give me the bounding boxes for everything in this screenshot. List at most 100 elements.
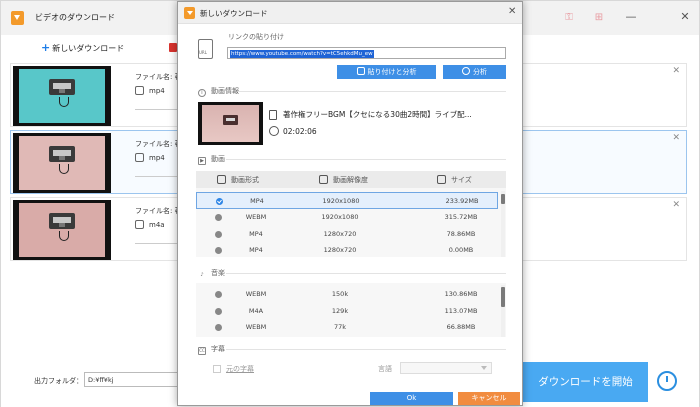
col-video-format-label: 動画形式 xyxy=(231,176,259,184)
url-file-icon xyxy=(198,39,213,59)
analyze-button[interactable]: 分析 xyxy=(443,65,506,79)
video-icon: ▶ xyxy=(198,157,206,165)
scrollbar-thumb[interactable] xyxy=(501,194,505,204)
row-resolution: 1280x720 xyxy=(323,246,357,254)
search-icon xyxy=(462,67,470,75)
col-video-resolution-label: 動画解像度 xyxy=(333,176,368,184)
trash-icon[interactable] xyxy=(169,43,177,52)
row-size: 113.07MB xyxy=(444,307,478,315)
dialog-title-bar: 新しいダウンロード ✕ xyxy=(178,2,522,24)
audio-section-header: ♪ 音楽 xyxy=(198,268,225,280)
video-thumbnail xyxy=(13,200,111,260)
row-bitrate: 129k xyxy=(331,307,349,315)
minimize-icon[interactable]: — xyxy=(623,9,639,25)
audio-section-label: 音楽 xyxy=(211,269,225,277)
language-label: 言語 xyxy=(378,365,392,373)
format-label: m4a xyxy=(149,221,165,229)
video-duration: 02:02:06 xyxy=(283,127,317,136)
row-format: WEBM xyxy=(245,290,267,298)
start-download-button[interactable]: ダウンロードを開始 xyxy=(523,362,648,402)
size-icon xyxy=(437,175,446,184)
music-note-icon: ♪ xyxy=(200,272,204,278)
row-size: 233.92MB xyxy=(445,197,479,205)
new-download-label: 新しいダウンロード xyxy=(52,44,125,53)
table-row[interactable]: MP4 1280x720 78.86MB xyxy=(196,226,498,243)
row-format: WEBM xyxy=(245,323,267,331)
cart-icon[interactable]: ⊞ xyxy=(593,12,605,24)
ok-button[interactable]: Ok xyxy=(370,392,453,405)
analyze-label: 分析 xyxy=(473,68,487,76)
original-subtitle-checkbox[interactable] xyxy=(213,365,221,373)
table-row[interactable]: WEBM 1920x1080 315.72MB xyxy=(196,209,498,226)
col-video-resolution: 動画解像度 xyxy=(319,175,368,185)
remove-item-icon[interactable]: ✕ xyxy=(672,133,680,143)
video-table-header: 動画形式 動画解像度 サイズ xyxy=(196,171,506,188)
divider xyxy=(238,91,506,92)
scrollbar-thumb[interactable] xyxy=(501,287,505,307)
format-label: mp4 xyxy=(149,154,165,162)
paste-and-analyze-label: 貼り付けと分析 xyxy=(367,68,417,76)
radio-icon[interactable] xyxy=(215,308,222,315)
dialog-close-icon[interactable]: ✕ xyxy=(508,6,516,17)
row-size: 130.86MB xyxy=(444,290,478,298)
video-info-header: i 動画情報 xyxy=(198,86,239,97)
radio-selected-icon[interactable] xyxy=(216,198,223,205)
video-thumbnail xyxy=(13,133,111,193)
remove-item-icon[interactable]: ✕ xyxy=(672,200,680,210)
language-select[interactable] xyxy=(400,362,492,374)
radio-icon[interactable] xyxy=(215,231,222,238)
key-icon[interactable]: ⚿ xyxy=(563,12,575,24)
col-video-format: 動画形式 xyxy=(217,175,259,185)
format-icon xyxy=(135,153,144,162)
row-resolution: 1280x720 xyxy=(323,230,357,238)
video-title: 著作権フリーBGM【クセになる30曲2時間】ライブ配... xyxy=(283,110,472,119)
row-format: MP4 xyxy=(249,230,263,238)
row-size: 78.86MB xyxy=(446,230,476,238)
row-size: 315.72MB xyxy=(444,213,478,221)
new-download-dialog: 新しいダウンロード ✕ リンクの貼り付け https://www.youtube… xyxy=(177,1,523,406)
row-size: 66.88MB xyxy=(446,323,476,331)
url-input[interactable]: https://www.youtube.com/watch?v=tC5ehkdM… xyxy=(227,47,506,59)
video-format-table: 動画形式 動画解像度 サイズ MP4 1920x1080 233.92MB WE… xyxy=(196,171,506,257)
format-icon xyxy=(135,86,144,95)
cassette-image xyxy=(49,146,75,162)
video-section-header: ▶ 動画 xyxy=(198,154,225,165)
video-section-label: 動画 xyxy=(211,155,225,163)
subtitle-section-header: CC 字幕 xyxy=(198,344,225,355)
cancel-button[interactable]: キャンセル xyxy=(458,392,520,405)
resolution-icon xyxy=(319,175,328,184)
table-row[interactable]: WEBM 77k 66.88MB xyxy=(196,319,498,336)
radio-icon[interactable] xyxy=(215,214,222,221)
table-row[interactable]: M4A 129k 113.07MB xyxy=(196,303,498,320)
row-resolution: 1920x1080 xyxy=(321,213,359,221)
close-icon[interactable]: ✕ xyxy=(677,9,693,25)
cc-icon: CC xyxy=(198,347,206,355)
audio-table-scrollbar[interactable] xyxy=(501,285,505,337)
table-row[interactable]: MP4 1280x720 0.00MB xyxy=(196,242,498,259)
table-row[interactable]: WEBM 150k 130.86MB xyxy=(196,286,498,303)
col-size-label: サイズ xyxy=(451,176,472,184)
radio-icon[interactable] xyxy=(215,247,222,254)
video-table-scrollbar[interactable] xyxy=(501,191,505,257)
main-window-title: ビデオのダウンロード xyxy=(35,13,115,22)
divider xyxy=(226,159,506,160)
video-info-label: 動画情報 xyxy=(211,87,239,95)
paste-icon xyxy=(356,67,365,75)
radio-icon[interactable] xyxy=(215,291,222,298)
remove-item-icon[interactable]: ✕ xyxy=(672,66,680,76)
alarm-clock-icon[interactable] xyxy=(657,371,677,391)
table-row[interactable]: MP4 1920x1080 233.92MB xyxy=(196,192,498,209)
row-bitrate: 77k xyxy=(333,323,347,331)
format-icon xyxy=(217,175,226,184)
radio-icon[interactable] xyxy=(215,324,222,331)
divider xyxy=(226,349,506,350)
document-icon xyxy=(269,110,277,120)
paste-and-analyze-button[interactable]: 貼り付けと分析 xyxy=(337,65,436,79)
link-paste-label: リンクの貼り付け xyxy=(228,33,284,41)
output-folder-label: 出力フォルダ： xyxy=(34,377,83,385)
new-download-button[interactable]: + 新しいダウンロード xyxy=(41,41,124,54)
row-resolution: 1920x1080 xyxy=(322,197,360,205)
app-download-icon xyxy=(11,11,24,25)
row-format: MP4 xyxy=(249,246,263,254)
audio-format-table: WEBM 150k 130.86MB M4A 129k 113.07MB WEB… xyxy=(196,283,506,337)
